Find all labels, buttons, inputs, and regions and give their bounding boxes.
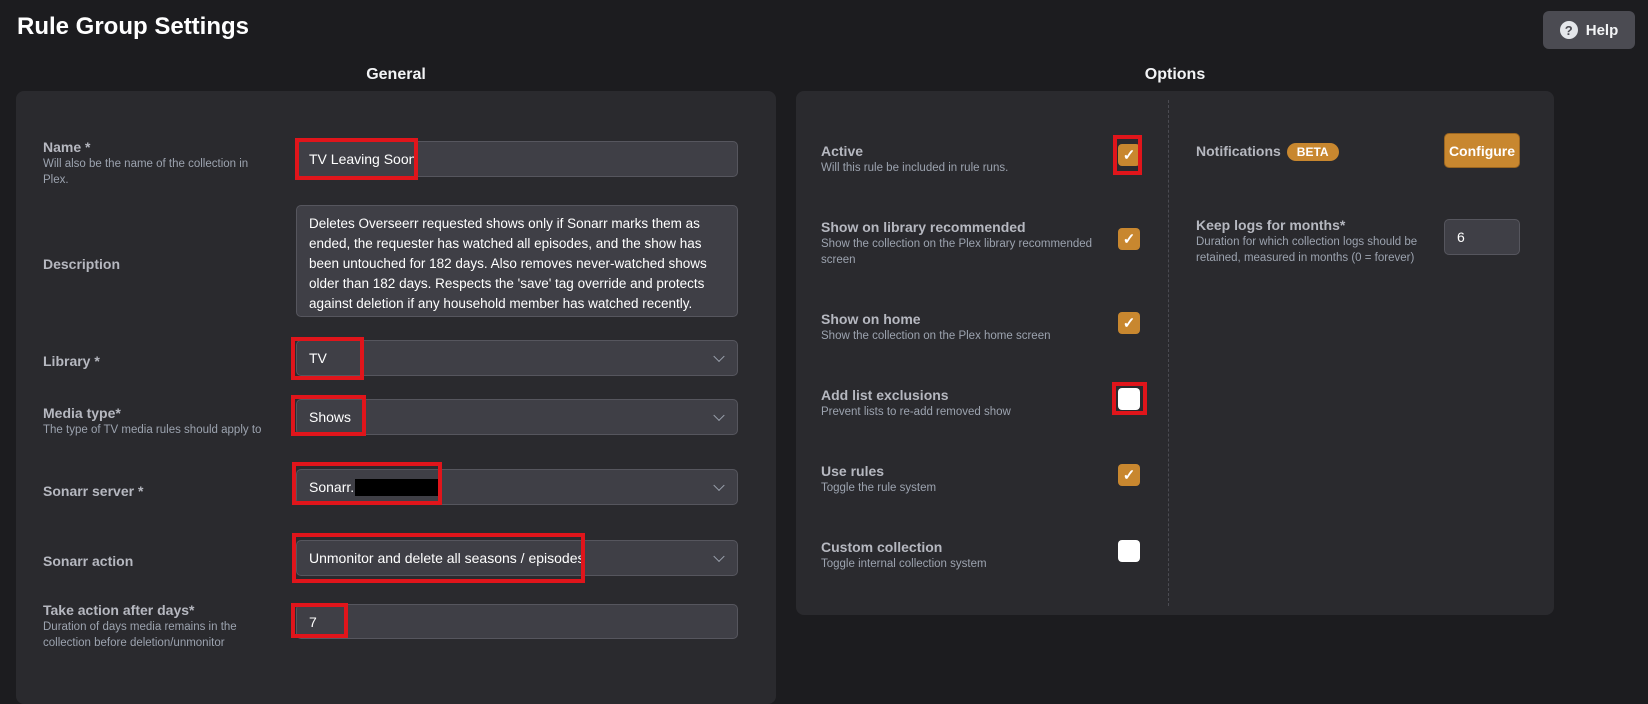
- use-rules-help: Toggle the rule system: [821, 482, 937, 494]
- question-icon: ?: [1559, 21, 1578, 39]
- sonarr-action-label: Sonarr action: [43, 553, 134, 569]
- highlight-sonarr-action: [292, 533, 585, 583]
- custom-collection-label: Custom collection: [821, 539, 943, 555]
- keep-logs-input[interactable]: 6: [1444, 219, 1520, 255]
- use-rules-label: Use rules: [821, 463, 885, 479]
- take-action-label: Take action after days*: [43, 602, 195, 618]
- general-heading: General: [366, 66, 426, 83]
- take-action-input[interactable]: 7: [296, 604, 738, 639]
- use-rules-checkbox[interactable]: ✓: [1118, 464, 1140, 486]
- configure-button[interactable]: Configure: [1444, 133, 1520, 168]
- name-help: Will also be the name of the collection …: [43, 158, 249, 186]
- highlight-library: [291, 337, 364, 380]
- custom-collection-help: Toggle internal collection system: [821, 558, 987, 570]
- library-label: Library *: [43, 353, 100, 369]
- show-on-home-help: Show the collection on the Plex home scr…: [821, 330, 1051, 342]
- page-title: Rule Group Settings: [17, 13, 250, 40]
- media-type-label: Media type*: [43, 405, 121, 421]
- chevron-down-icon: [713, 479, 725, 492]
- media-type-help: The type of TV media rules should apply …: [43, 424, 262, 436]
- library-recommended-label: Show on library recommended: [821, 219, 1026, 235]
- list-exclusions-label: Add list exclusions: [821, 387, 949, 403]
- active-label: Active: [821, 143, 864, 159]
- name-label: Name *: [43, 139, 91, 155]
- library-recommended-checkbox[interactable]: ✓: [1118, 228, 1140, 250]
- highlight-name: [295, 138, 418, 180]
- keep-logs-label: Keep logs for months*: [1196, 217, 1346, 233]
- highlight-active: [1113, 135, 1142, 175]
- highlight-media-type: [291, 395, 366, 436]
- description-label: Description: [43, 256, 121, 272]
- custom-collection-checkbox[interactable]: [1118, 540, 1140, 562]
- beta-badge: BETA: [1286, 143, 1339, 162]
- active-help: Will this rule be included in rule runs.: [821, 162, 1009, 174]
- options-heading: Options: [1144, 66, 1206, 83]
- highlight-sonarr-server: [292, 462, 442, 505]
- chevron-down-icon: [713, 550, 725, 563]
- show-on-home-label: Show on home: [821, 311, 921, 327]
- library-recommended-help: Show the collection on the Plex library …: [821, 238, 1093, 266]
- description-textarea[interactable]: Deletes Overseerr requested shows only i…: [296, 205, 738, 317]
- help-label: Help: [1585, 21, 1619, 39]
- chevron-down-icon: [713, 409, 725, 422]
- highlight-list-exclusions: [1112, 382, 1147, 415]
- help-button[interactable]: ? Help: [1543, 11, 1635, 49]
- take-action-help: Duration of days media remains in the co…: [43, 621, 237, 649]
- highlight-take-action: [291, 603, 348, 638]
- notifications-text: Notifications: [1196, 143, 1281, 159]
- sonarr-server-label: Sonarr server *: [43, 483, 144, 499]
- notifications-label: Notifications BETA: [1196, 143, 1339, 162]
- chevron-down-icon: [713, 350, 725, 363]
- keep-logs-help: Duration for which collection logs shoul…: [1196, 236, 1418, 264]
- options-divider: [1168, 100, 1169, 606]
- show-on-home-checkbox[interactable]: ✓: [1118, 312, 1140, 334]
- list-exclusions-help: Prevent lists to re-add removed show: [821, 406, 1011, 418]
